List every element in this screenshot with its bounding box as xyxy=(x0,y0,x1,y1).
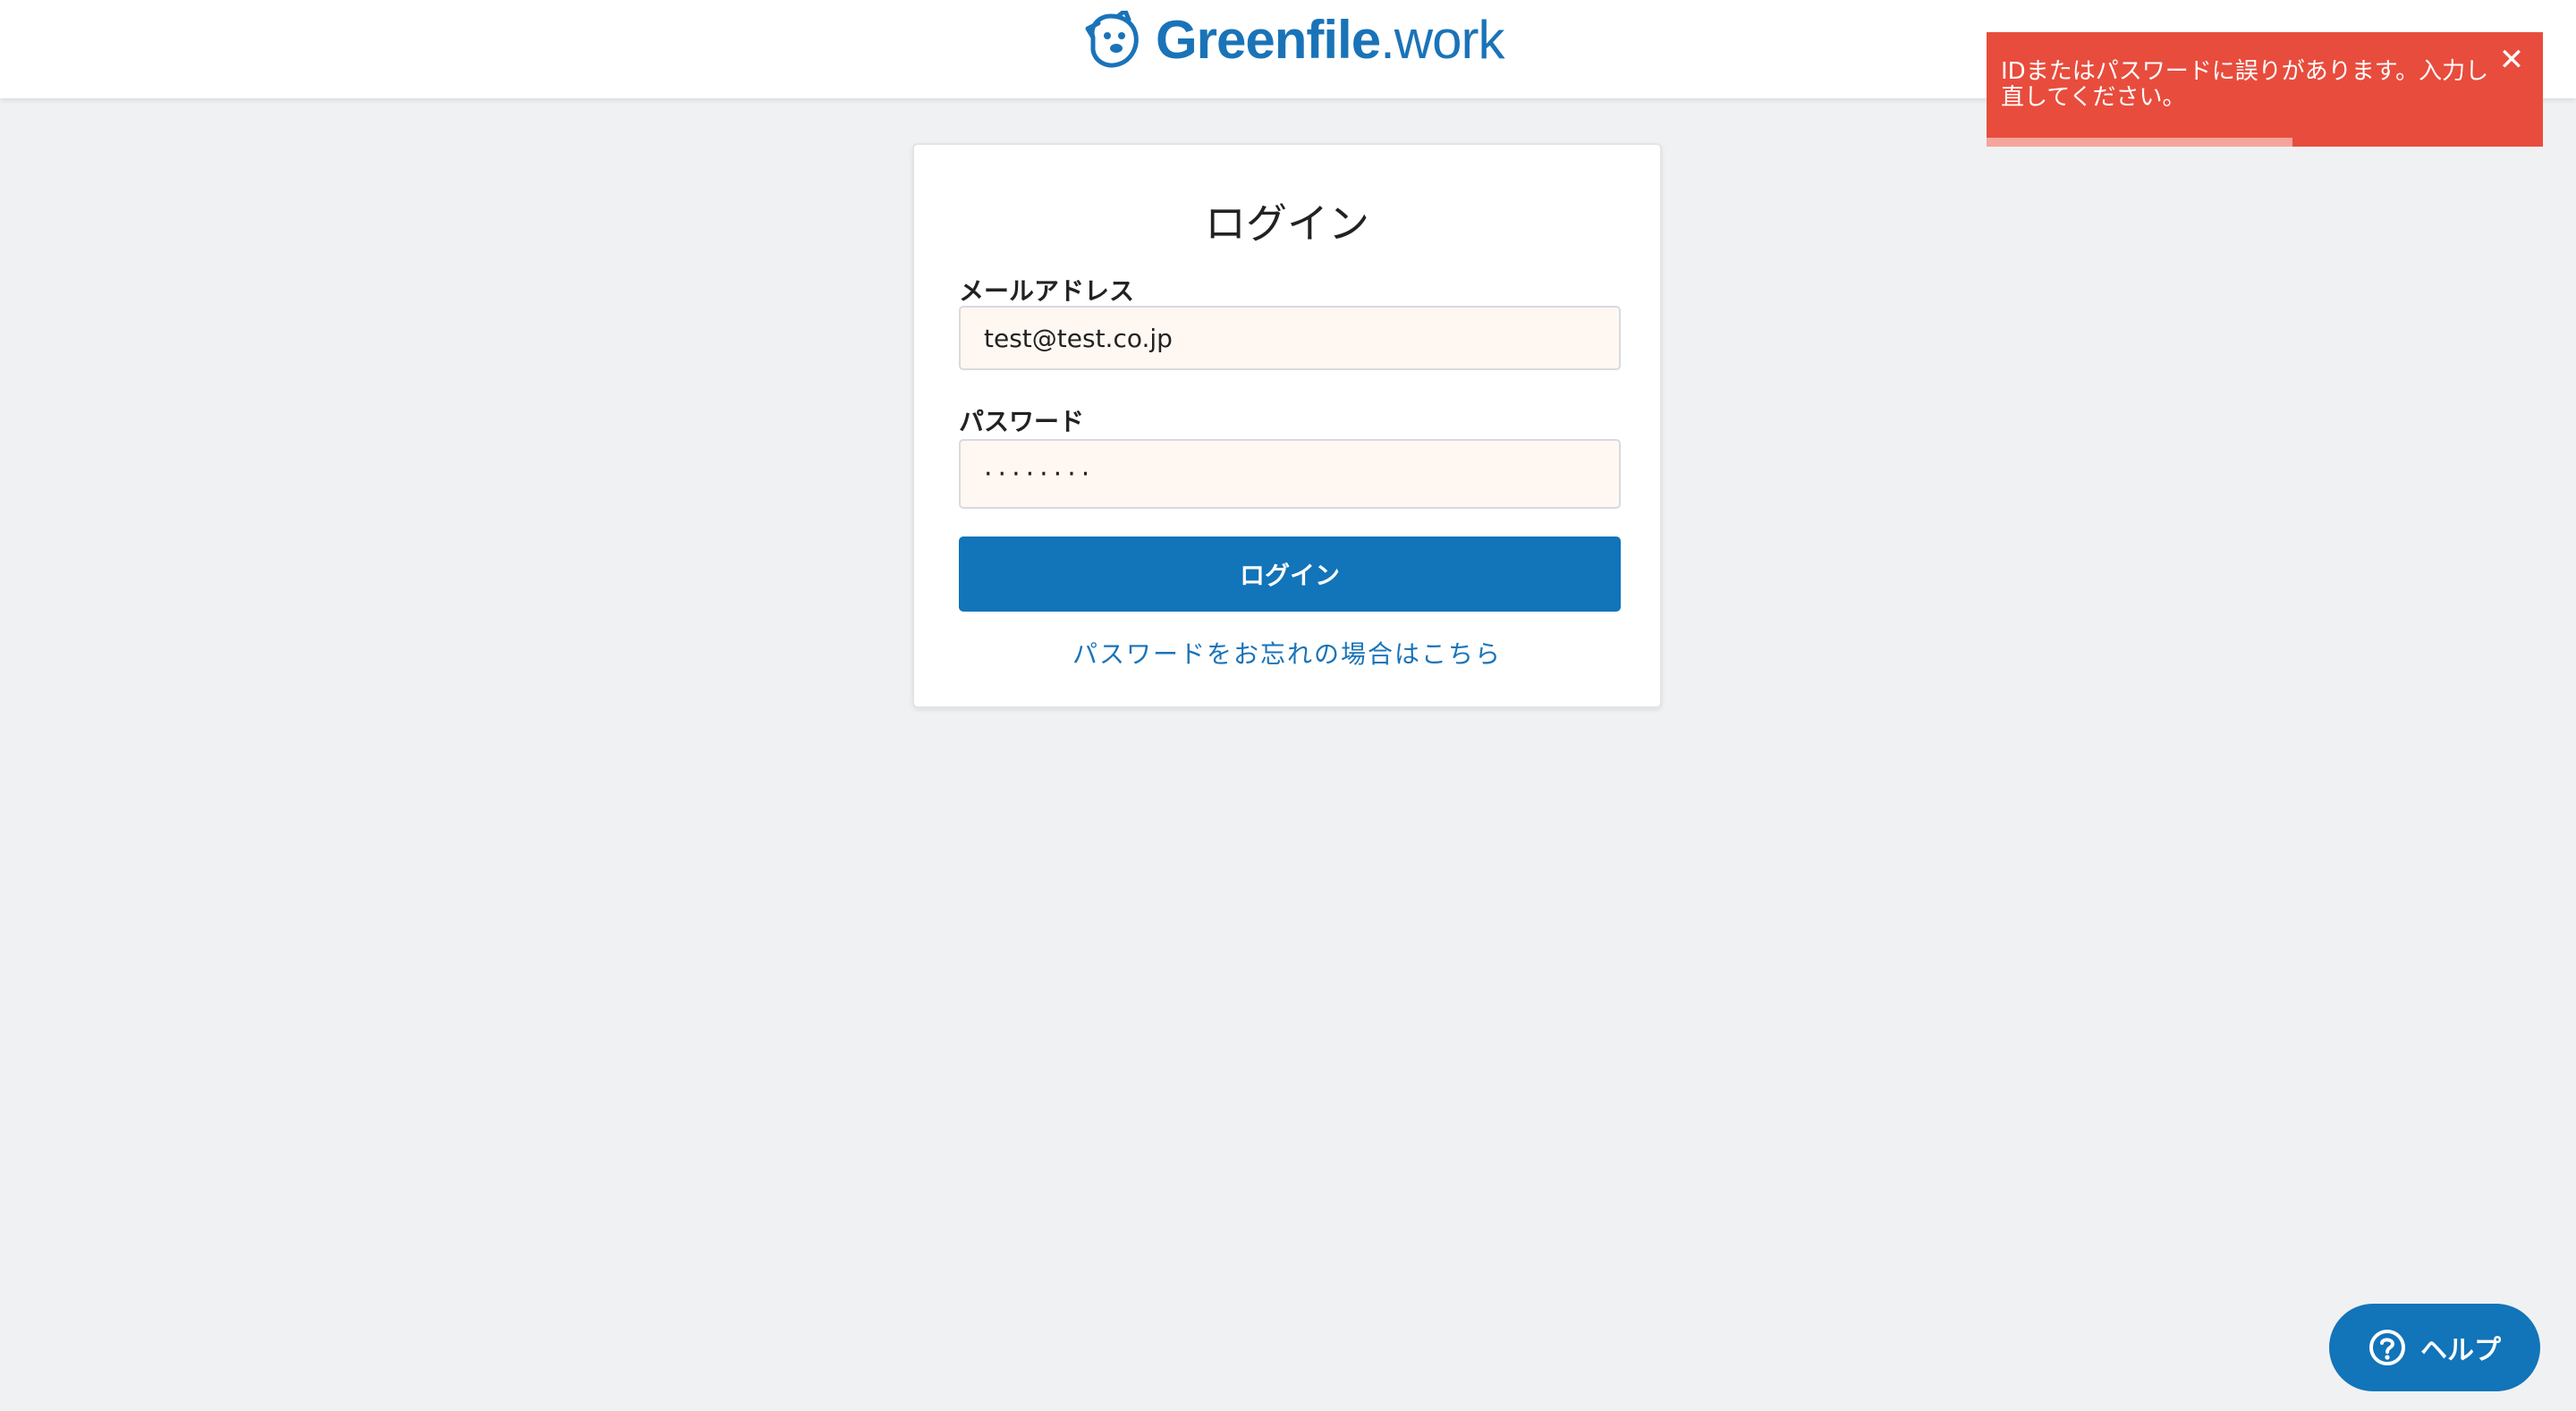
login-button[interactable]: ログイン xyxy=(959,537,1621,612)
email-label: メールアドレス xyxy=(959,276,1135,306)
toast-progress-bar xyxy=(1987,138,2293,147)
logo[interactable]: Greenfile.work xyxy=(1084,11,1504,70)
login-card: ログイン メールアドレス パスワード ログイン パスワードをお忘れの場合はこちら xyxy=(912,143,1662,708)
question-circle-icon xyxy=(2369,1330,2405,1365)
logo-tld: .work xyxy=(1380,10,1504,70)
password-label: パスワード xyxy=(959,407,1085,436)
password-field[interactable] xyxy=(959,439,1621,509)
close-icon[interactable]: ✕ xyxy=(2496,45,2527,75)
error-toast: IDまたはパスワードに誤りがあります。入力し直してください。 ✕ xyxy=(1987,32,2543,147)
dog-face-icon xyxy=(1085,11,1139,68)
help-button[interactable]: ヘルプ xyxy=(2329,1304,2540,1391)
page-title: ログイン xyxy=(1205,199,1369,248)
logo-text: Greenfile.work xyxy=(1156,11,1504,70)
forgot-password-link[interactable]: パスワードをお忘れの場合はこちら xyxy=(914,635,1660,671)
logo-brand: Greenfile xyxy=(1156,10,1381,70)
help-label: ヘルプ xyxy=(2420,1335,2501,1366)
toast-message: IDまたはパスワードに誤りがあります。入力し直してください。 xyxy=(2001,58,2489,111)
email-field[interactable] xyxy=(959,306,1621,370)
